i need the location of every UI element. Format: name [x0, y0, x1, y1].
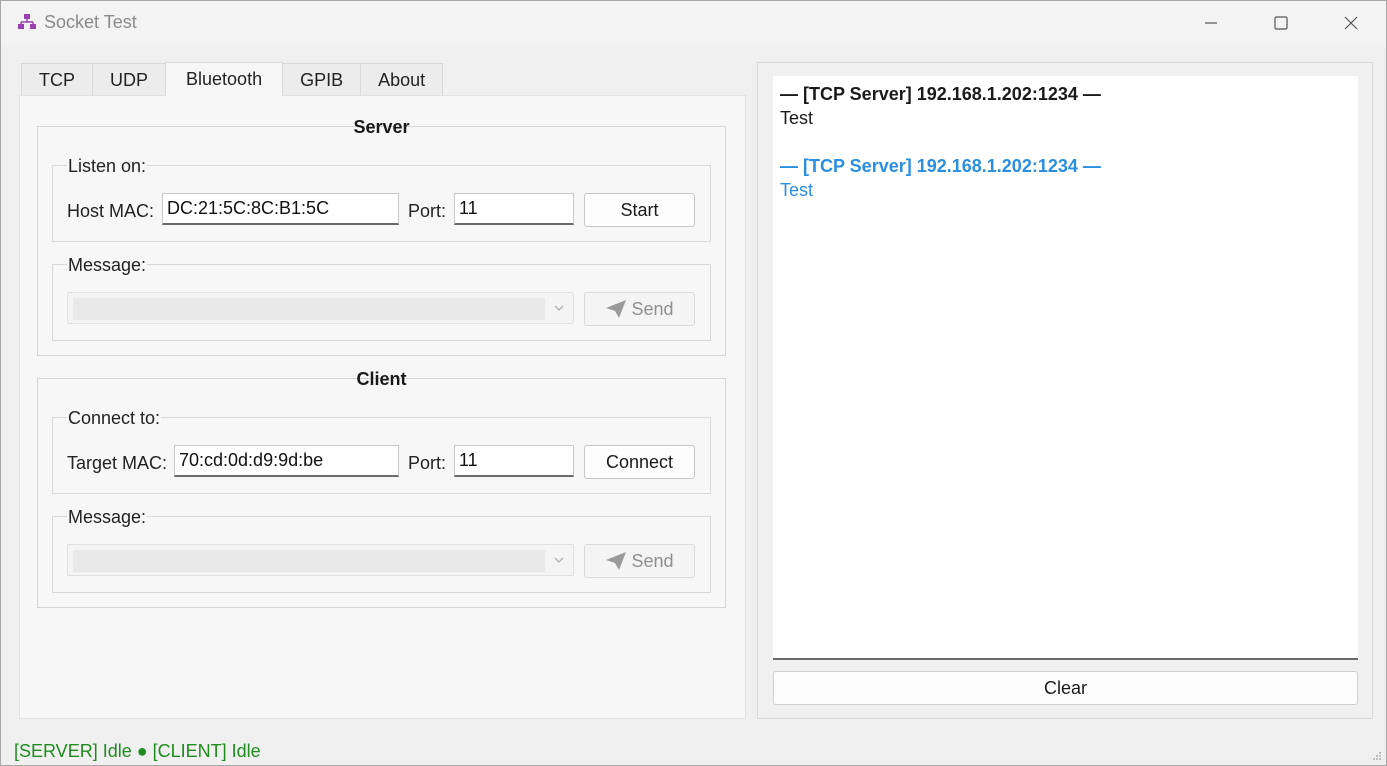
tab-udp[interactable]: UDP: [92, 63, 167, 96]
maximize-icon: [1274, 16, 1288, 30]
chevron-down-icon: [554, 305, 564, 311]
close-icon: [1344, 16, 1358, 30]
client-port-label: Port:: [408, 453, 447, 473]
server-group-title: Server: [353, 117, 410, 137]
chevron-down-icon: [554, 557, 564, 563]
log-output[interactable]: — [TCP Server] 192.168.1.202:1234 — Test…: [773, 76, 1358, 660]
tab-about[interactable]: About: [360, 63, 444, 96]
send-icon: [606, 300, 627, 318]
log-entry: — [TCP Server] 192.168.1.202:1234 — Test: [780, 82, 1351, 130]
tab-gpib[interactable]: GPIB: [282, 63, 362, 96]
client-message-combo[interactable]: [67, 544, 574, 576]
server-message-label: Message:: [67, 255, 148, 276]
log-entry-body: Test: [780, 180, 814, 200]
start-button[interactable]: Start: [584, 193, 695, 227]
window-title: Socket Test: [44, 12, 137, 32]
close-button[interactable]: [1316, 1, 1386, 45]
client-send-label: Send: [631, 550, 674, 571]
tab-bluetooth[interactable]: Bluetooth: [165, 62, 284, 96]
log-entry: — [TCP Server] 192.168.1.202:1234 — Test: [780, 154, 1351, 202]
network-icon: [18, 14, 36, 29]
minimize-icon: [1205, 22, 1217, 24]
server-send-button[interactable]: Send: [584, 292, 695, 326]
server-send-label: Send: [631, 298, 674, 319]
maximize-button[interactable]: [1246, 1, 1316, 45]
target-mac-label: Target MAC:: [67, 453, 168, 473]
tab-bar: TCP UDP Bluetooth GPIB About: [21, 62, 444, 96]
client-group-title: Client: [356, 369, 407, 389]
status-bar-text: [SERVER] Idle ● [CLIENT] Idle: [14, 741, 261, 761]
client-message-value: [73, 550, 545, 572]
listen-on-label: Listen on:: [67, 156, 148, 177]
minimize-button[interactable]: [1176, 1, 1246, 45]
send-icon: [606, 552, 627, 570]
server-port-input[interactable]: 11: [454, 193, 574, 225]
target-mac-input[interactable]: 70:cd:0d:d9:9d:be: [174, 445, 399, 477]
host-mac-input[interactable]: DC:21:5C:8C:B1:5C: [162, 193, 399, 225]
app-window: Socket Test TCP UDP Bluetooth GPIB About…: [0, 0, 1387, 766]
connect-to-label: Connect to:: [67, 408, 162, 429]
connect-button[interactable]: Connect: [584, 445, 695, 479]
client-port-input[interactable]: 11: [454, 445, 574, 477]
title-bar[interactable]: Socket Test: [1, 1, 1386, 45]
client-send-button[interactable]: Send: [584, 544, 695, 578]
client-message-label: Message:: [67, 507, 148, 528]
resize-grip-icon[interactable]: [1372, 751, 1382, 761]
host-mac-label: Host MAC:: [67, 201, 155, 221]
server-message-value: [73, 298, 545, 320]
server-message-combo[interactable]: [67, 292, 574, 324]
log-entry-body: Test: [780, 108, 814, 128]
clear-button[interactable]: Clear: [773, 671, 1358, 705]
log-entry-header: — [TCP Server] 192.168.1.202:1234 —: [780, 156, 1101, 176]
log-entry-header: — [TCP Server] 192.168.1.202:1234 —: [780, 84, 1101, 104]
server-port-label: Port:: [408, 201, 447, 221]
tab-tcp[interactable]: TCP: [21, 63, 93, 96]
